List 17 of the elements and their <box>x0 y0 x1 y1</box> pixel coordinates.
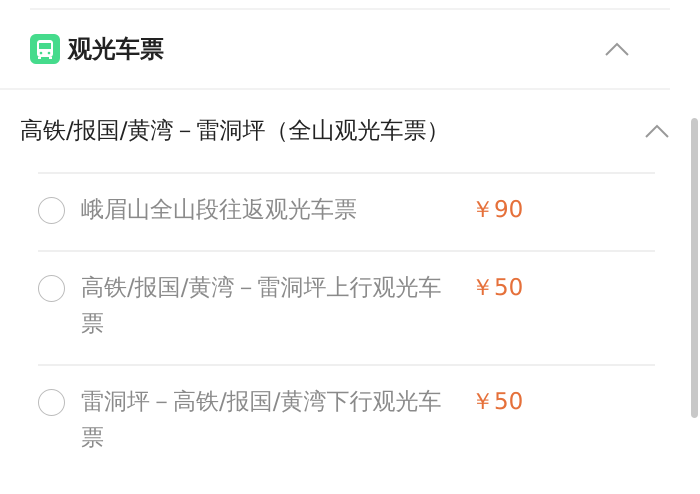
ticket-name: 峨眉山全山段往返观光车票 <box>81 196 358 225</box>
ticket-name: 高铁/报国/黄湾－雷洞坪上行观光车票 <box>81 274 442 339</box>
section-title: 观光车票 <box>68 34 164 65</box>
ticket-name: 雷洞坪－高铁/报国/黄湾下行观光车票 <box>81 388 442 453</box>
radio-button[interactable] <box>38 197 65 224</box>
bus-icon <box>30 34 60 64</box>
group-title: 高铁/报国/黄湾－雷洞坪（全山观光车票） <box>20 116 450 146</box>
ticket-price: ￥50 <box>471 274 524 303</box>
chevron-up-icon[interactable] <box>644 123 670 139</box>
ticket-price: ￥50 <box>471 388 524 417</box>
scrollbar[interactable] <box>691 118 698 418</box>
ticket-price: ￥90 <box>471 196 524 225</box>
section-header[interactable]: 观光车票 <box>0 10 670 90</box>
radio-button[interactable] <box>38 389 65 416</box>
chevron-up-icon[interactable] <box>604 41 630 57</box>
group-header[interactable]: 高铁/报国/黄湾－雷洞坪（全山观光车票） <box>0 90 700 172</box>
radio-button[interactable] <box>38 275 65 302</box>
